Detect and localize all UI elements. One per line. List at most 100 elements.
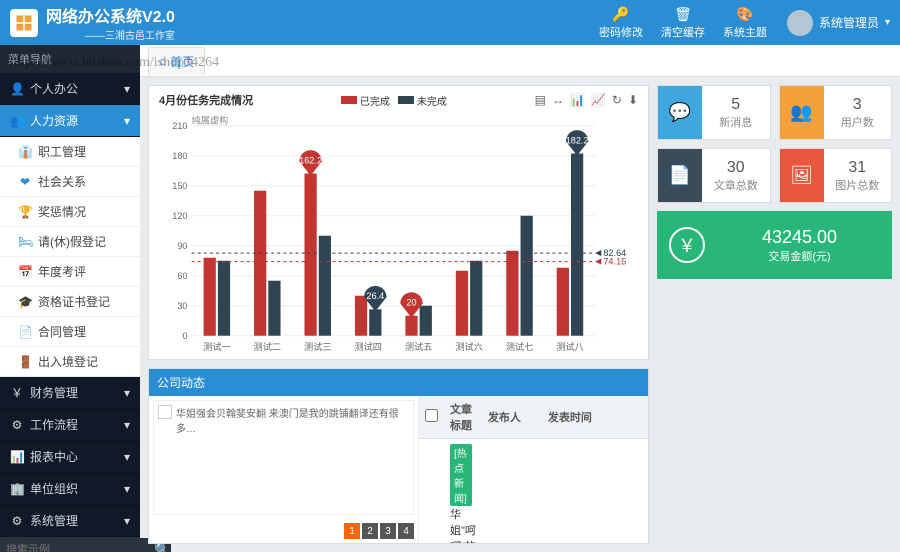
svg-text:182.2: 182.2	[566, 135, 589, 145]
chevron-down-icon: ▾	[124, 482, 130, 496]
stat-articles[interactable]: 📄30文章总数	[657, 148, 771, 203]
sidebar-item-finance[interactable]: ￥财务管理▾	[0, 377, 140, 409]
user-menu[interactable]: 系统管理员 ▾	[787, 10, 890, 36]
svg-text:20: 20	[406, 298, 416, 308]
sidebar-item-org[interactable]: 🏢单位组织▾	[0, 473, 140, 505]
sidebar-sub-leave[interactable]: 🛏请(休)假登记	[0, 227, 140, 257]
users-icon: 👥	[10, 114, 24, 128]
user-icon: 👤	[10, 82, 24, 96]
svg-text:150: 150	[172, 181, 187, 191]
chart-toolbar: ▤ ↔ 📊 📈 ↻ ⬇	[535, 93, 638, 107]
sidebar-item-personal[interactable]: 👤个人办公▾	[0, 73, 140, 105]
users-icon: 👥	[780, 86, 824, 139]
palette-icon: 🎨	[736, 6, 753, 23]
sidebar-sub-social[interactable]: ❤社会关系	[0, 167, 140, 197]
stat-images[interactable]: 🖼31图片总数	[779, 148, 893, 203]
page-2[interactable]: 2	[362, 523, 378, 539]
chart-panel: 4月份任务完成情况 已完成 未完成 ▤ ↔ 📊 📈 ↻ ⬇	[148, 85, 649, 360]
sidebar-item-report[interactable]: 📊报表中心▾	[0, 441, 140, 473]
sidebar-sub-annual[interactable]: 📅年度考评	[0, 257, 140, 287]
avatar	[787, 10, 813, 36]
sidebar: 菜单导航 👤个人办公▾ 👥人力资源▾ 👔职工管理 ❤社会关系 🏆奖惩情况 🛏请(…	[0, 45, 140, 552]
money-icon: ￥	[10, 384, 24, 401]
page-3[interactable]: 3	[380, 523, 396, 539]
trophy-icon: 🏆	[18, 205, 32, 219]
search-input[interactable]	[0, 538, 154, 552]
sidebar-heading: 菜单导航	[0, 45, 140, 73]
flow-icon: ⚙	[10, 418, 24, 432]
svg-text:测试三: 测试三	[304, 341, 331, 352]
cog-icon: ⚙	[10, 514, 24, 528]
chevron-down-icon: ▾	[124, 114, 130, 128]
news-pager: 1 2 3 4	[149, 519, 418, 543]
password-button[interactable]: 🔑密码修改	[599, 6, 643, 40]
image-placeholder-icon	[158, 405, 172, 419]
tab-home[interactable]: ⌂首页	[148, 47, 205, 75]
svg-text:测试六: 测试六	[455, 341, 482, 352]
chevron-down-icon: ▾	[124, 386, 130, 400]
select-all-checkbox[interactable]	[425, 409, 438, 422]
tool-zoom-icon[interactable]: ↔	[552, 93, 564, 107]
svg-text:60: 60	[177, 271, 187, 281]
page-1[interactable]: 1	[344, 523, 360, 539]
sidebar-submenu-hr: 👔职工管理 ❤社会关系 🏆奖惩情况 🛏请(休)假登记 📅年度考评 🎓资格证书登记…	[0, 137, 140, 377]
news-preview[interactable]: 华姐强会贝翰斐安翻 来澳门是我的跳铺翻译还有很多…	[153, 400, 414, 515]
tool-refresh-icon[interactable]: ↻	[612, 93, 622, 107]
building-icon: 🏢	[10, 482, 24, 496]
tab-bar: ⌂首页	[140, 45, 900, 77]
chevron-down-icon: ▾	[124, 82, 130, 96]
file-icon: 📄	[18, 325, 32, 339]
sidebar-sub-reward[interactable]: 🏆奖惩情况	[0, 197, 140, 227]
calendar-icon: 📅	[18, 265, 32, 279]
sidebar-item-system[interactable]: ⚙系统管理▾	[0, 505, 140, 537]
app-logo-icon	[10, 9, 38, 37]
tool-bar-icon[interactable]: 📊	[570, 93, 585, 107]
tool-save-icon[interactable]: ⬇	[628, 93, 638, 107]
stat-users[interactable]: 👥3用户数	[779, 85, 893, 140]
image-icon: 🖼	[780, 149, 824, 202]
tool-line-icon[interactable]: 📈	[591, 93, 606, 107]
username: 系统管理员	[819, 14, 879, 31]
sidebar-search: 🔍	[0, 537, 140, 552]
heart-icon: ❤	[18, 175, 32, 189]
sidebar-item-workflow[interactable]: ⚙工作流程▾	[0, 409, 140, 441]
svg-text:90: 90	[177, 241, 187, 251]
sidebar-item-hr[interactable]: 👥人力资源▾	[0, 105, 140, 137]
table-row[interactable]: [热点新闻]华姐"呵呵"的英文翻译火了，外交部的神翻译还有很多系统管理员2019…	[419, 439, 648, 544]
news-heading: 公司动态	[149, 369, 648, 396]
date-cell: 2019-08-09 17:56:25	[542, 439, 648, 544]
col-title: 文章标题	[444, 396, 482, 439]
doc-icon: 📄	[658, 149, 702, 202]
chevron-down-icon: ▾	[124, 514, 130, 528]
app-title: 网络办公系统V2.0	[46, 3, 175, 27]
trash-icon: 🗑	[674, 6, 692, 23]
svg-text:120: 120	[172, 211, 187, 221]
bed-icon: 🛏	[18, 235, 32, 249]
svg-text:测试四: 测试四	[354, 341, 381, 352]
sidebar-sub-cert[interactable]: 🎓资格证书登记	[0, 287, 140, 317]
stat-messages[interactable]: 💬5新消息	[657, 85, 771, 140]
svg-text:测试八: 测试八	[556, 341, 583, 352]
page-4[interactable]: 4	[398, 523, 414, 539]
tool-data-icon[interactable]: ▤	[535, 93, 546, 107]
svg-text:180: 180	[172, 151, 187, 161]
chevron-down-icon: ▾	[124, 450, 130, 464]
stat-money[interactable]: ￥ 43245.00交易金额(元)	[657, 211, 892, 279]
author-cell: 系统管理员	[482, 439, 542, 544]
app-header: 网络办公系统V2.0 ——三湘古邑工作室 🔑密码修改 🗑清空缓存 🎨系统主题 系…	[0, 0, 900, 45]
person-icon: 👔	[18, 145, 32, 159]
sidebar-sub-contract[interactable]: 📄合同管理	[0, 317, 140, 347]
sidebar-sub-staff[interactable]: 👔职工管理	[0, 137, 140, 167]
theme-button[interactable]: 🎨系统主题	[723, 6, 767, 40]
sidebar-sub-entryexit[interactable]: 🚪出入境登记	[0, 347, 140, 377]
svg-text:测试二: 测试二	[254, 341, 281, 352]
yen-icon: ￥	[669, 227, 705, 263]
app-subtitle: ——三湘古邑工作室	[46, 27, 175, 42]
door-icon: 🚪	[18, 355, 32, 369]
svg-text:测试五: 测试五	[405, 341, 432, 352]
svg-text:26.4: 26.4	[366, 291, 384, 301]
svg-text:测试七: 测试七	[506, 341, 533, 352]
key-icon: 🔑	[612, 6, 629, 23]
clear-cache-button[interactable]: 🗑清空缓存	[661, 6, 705, 40]
svg-text:0: 0	[182, 331, 187, 341]
